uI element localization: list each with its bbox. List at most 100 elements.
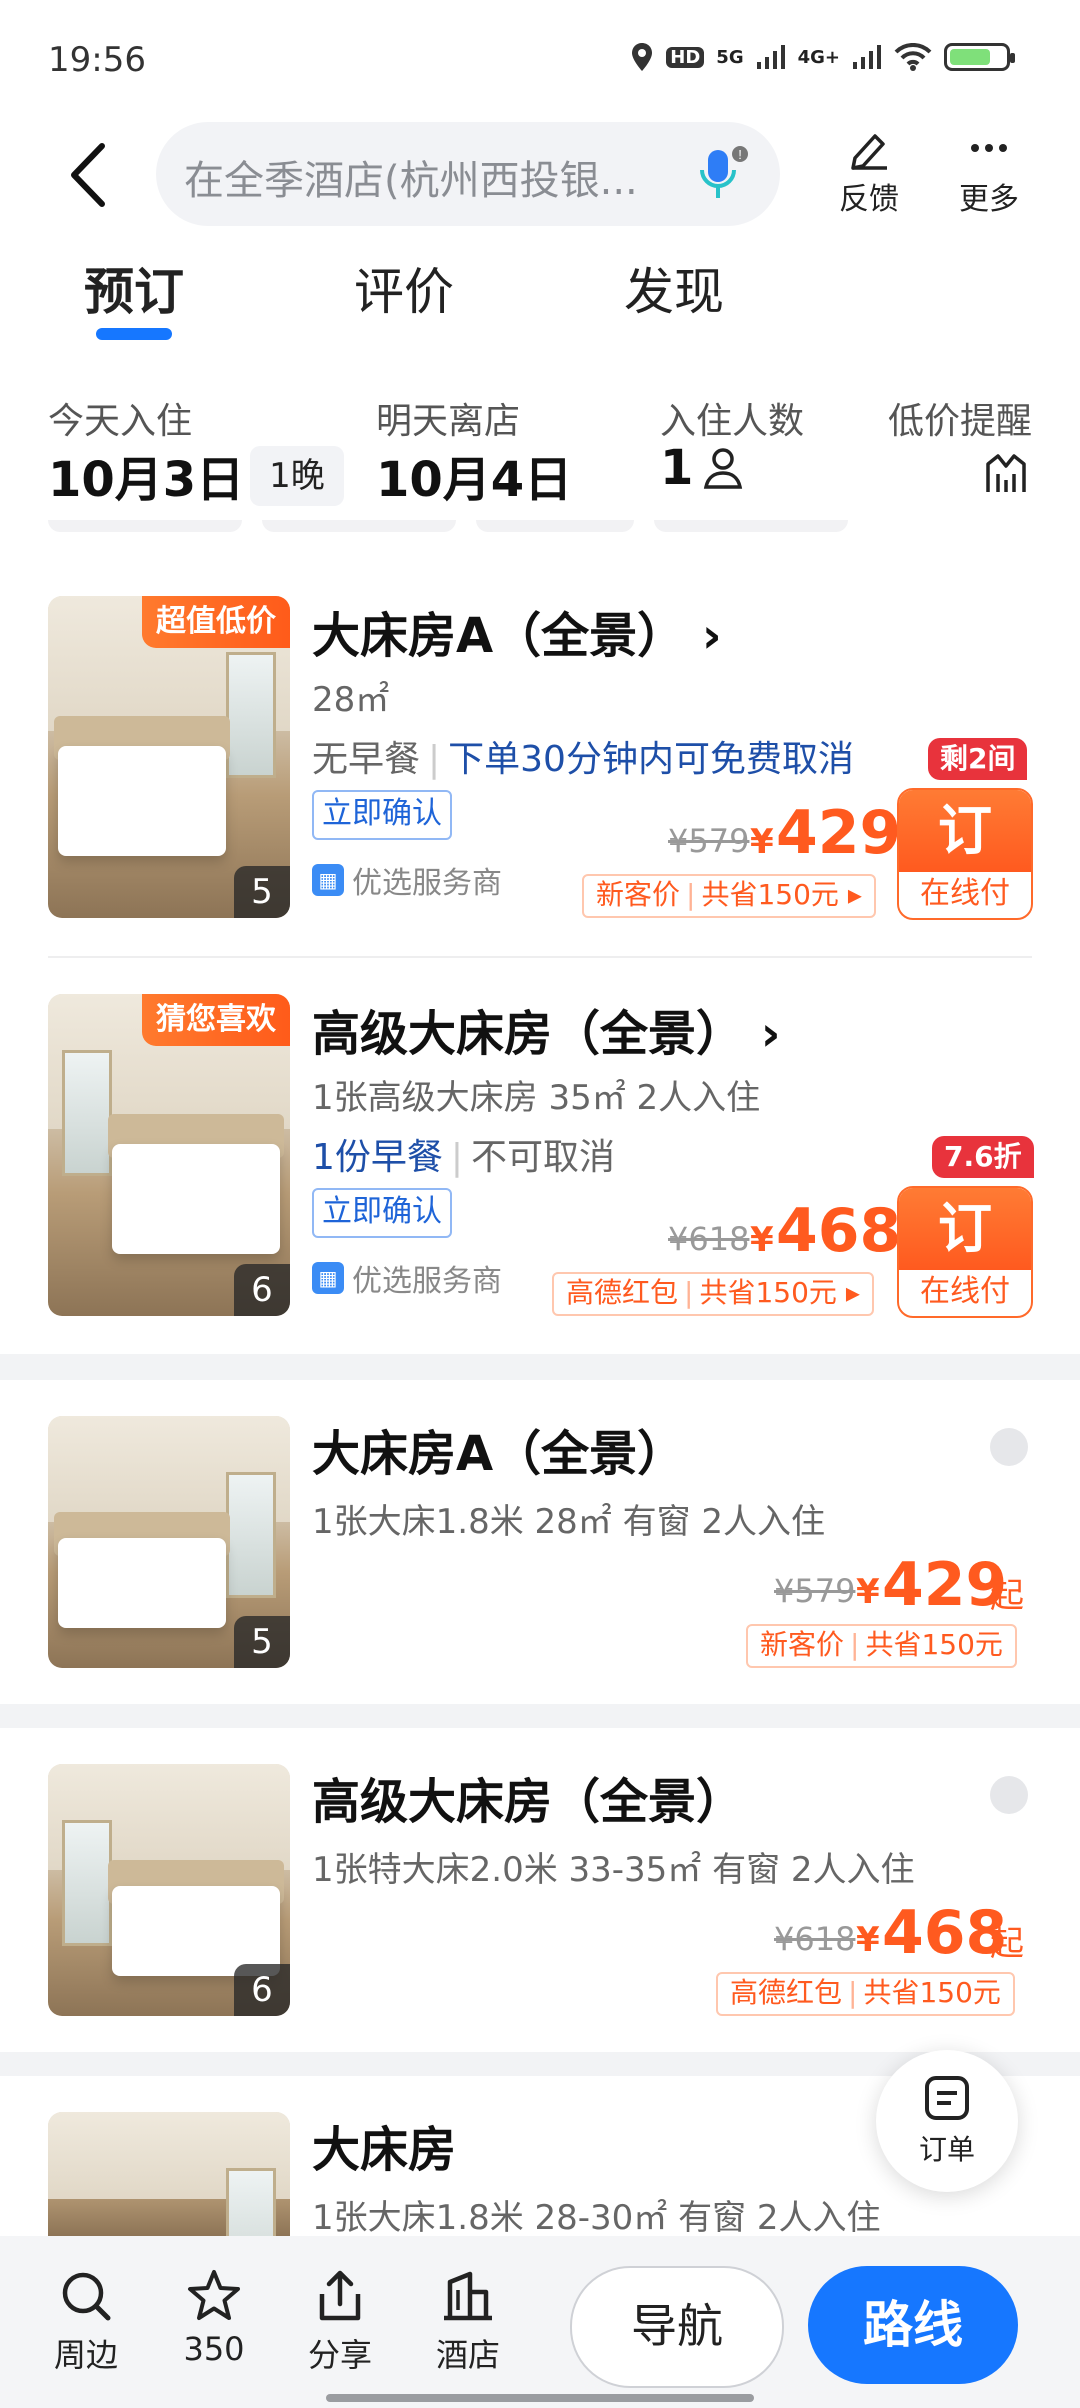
- room-photo[interactable]: 超值低价 5: [48, 596, 290, 918]
- nights-badge: 1晚: [250, 446, 344, 506]
- currency-symbol: ¥: [856, 1572, 880, 1612]
- room-spec: 1张大床1.8米 28-30㎡ 有窗 2人入住: [312, 2198, 881, 2238]
- currency-symbol: ¥: [750, 822, 774, 862]
- edit-icon: [851, 134, 887, 170]
- price-alert-label[interactable]: 低价提醒: [888, 392, 1032, 444]
- book-button[interactable]: 订 在线付: [897, 788, 1033, 920]
- search-box[interactable]: 在全季酒店(杭州西投银... !: [156, 122, 780, 226]
- orders-button[interactable]: 订单: [876, 2050, 1018, 2192]
- room-title[interactable]: 大床房: [312, 2110, 456, 2180]
- guests-count: 1: [660, 440, 694, 496]
- filter-chip[interactable]: [476, 520, 634, 532]
- filter-chip[interactable]: [48, 520, 242, 532]
- room-spec: 1张大床1.8米 28㎡ 有窗 2人入住: [312, 1502, 826, 1542]
- room-title[interactable]: 高级大床房（全景）: [312, 1762, 744, 1832]
- photo-count: 6: [234, 1264, 290, 1316]
- provider-line: ▦ 优选服务商: [312, 1256, 502, 1300]
- promo-tag[interactable]: 新客价 | 共省150元 ▸: [582, 874, 876, 918]
- back-button[interactable]: [62, 140, 118, 210]
- nearby-button[interactable]: 周边: [36, 2268, 136, 2376]
- book-button[interactable]: 订 在线付: [897, 1186, 1033, 1318]
- order-list-icon: [925, 2076, 969, 2120]
- more-button[interactable]: 更多: [944, 128, 1034, 218]
- guests-selector[interactable]: 1: [660, 440, 743, 496]
- arrow-right-icon: ▸: [845, 1276, 860, 1309]
- room-photo[interactable]: 猜您喜欢 6: [48, 994, 290, 1316]
- original-price: ¥579: [774, 1572, 856, 1610]
- photo-count: 6: [234, 1964, 290, 2016]
- building-icon: [444, 2271, 492, 2321]
- checkin-date[interactable]: 10月3日: [48, 440, 244, 510]
- section-gap: [0, 1704, 1080, 1728]
- expand-icon[interactable]: [990, 1428, 1028, 1466]
- share-button[interactable]: 分享: [290, 2268, 390, 2376]
- provider-line: ▦ 优选服务商: [312, 858, 502, 902]
- tab-discover[interactable]: 发现: [624, 252, 724, 324]
- hotel-button[interactable]: 酒店: [418, 2268, 518, 2376]
- provider-label: 优选服务商: [352, 866, 502, 901]
- tab-reviews[interactable]: 评价: [354, 252, 454, 324]
- guests-label: 入住人数: [660, 401, 805, 442]
- checkin-label: 今天入住: [48, 401, 193, 442]
- room-title[interactable]: 高级大床房（全景） ›: [312, 994, 781, 1064]
- room-tag: 超值低价: [142, 596, 290, 648]
- room-title[interactable]: 大床房A（全景）: [312, 1414, 685, 1484]
- room-spec: 1张特大床2.0米 33-35㎡ 有窗 2人入住: [312, 1850, 915, 1890]
- meal-cancel-line: 1份早餐 | 不可取消: [312, 1137, 616, 1178]
- status-icons: HD 5G 4G+: [630, 42, 1015, 72]
- original-price: ¥618: [668, 1220, 750, 1258]
- chevron-right-icon: ›: [744, 1006, 781, 1062]
- orders-label: 订单: [918, 2133, 975, 2166]
- feedback-label: 反馈: [839, 182, 899, 217]
- room-photo[interactable]: 6: [48, 1764, 290, 2016]
- price-alert-icon[interactable]: [984, 452, 1028, 496]
- photo-count: 5: [234, 866, 290, 918]
- location-icon: [632, 43, 653, 71]
- expand-icon[interactable]: [990, 1776, 1028, 1814]
- checkout-label: 明天离店: [376, 401, 521, 442]
- photo-count: 5: [234, 1616, 290, 1668]
- home-indicator: [326, 2394, 754, 2402]
- filter-chip[interactable]: [654, 520, 848, 532]
- price-from-label: 起: [990, 1924, 1024, 1964]
- room-price: 468: [882, 1898, 1008, 1968]
- arrow-right-icon: ▸: [847, 878, 862, 911]
- star-icon: [188, 2270, 240, 2320]
- original-price: ¥579: [668, 822, 750, 860]
- room-title[interactable]: 大床房A（全景） ›: [312, 596, 722, 666]
- room-tag: 猜您喜欢: [142, 994, 290, 1046]
- battery-icon: [944, 43, 1015, 71]
- cancel-policy: 下单30分钟内可免费取消: [448, 739, 854, 780]
- navigate-button[interactable]: 导航: [570, 2266, 784, 2388]
- room-photo[interactable]: [48, 2112, 290, 2236]
- meal-info: 无早餐: [312, 739, 421, 780]
- signal-bars-icon: [756, 45, 785, 69]
- discount-badge: 7.6折: [932, 1136, 1034, 1178]
- favorite-button[interactable]: 350: [164, 2268, 264, 2368]
- cancel-policy: 不可取消: [471, 1137, 616, 1178]
- tab-active-indicator: [96, 328, 172, 340]
- search-icon: [62, 2272, 111, 2321]
- room-area: 28㎡: [312, 680, 390, 720]
- signal-bars-icon-2: [853, 45, 881, 69]
- room-photo[interactable]: 5: [48, 1416, 290, 1668]
- back-arrow-icon: [71, 143, 105, 207]
- voice-search-icon[interactable]: !: [694, 144, 750, 204]
- search-placeholder: 在全季酒店(杭州西投银...: [184, 158, 638, 204]
- hd-icon: HD: [666, 46, 705, 68]
- checkout-date[interactable]: 10月4日: [376, 440, 572, 510]
- tab-book[interactable]: 预订: [84, 252, 184, 324]
- filter-chip[interactable]: [262, 520, 456, 532]
- promo-tag[interactable]: 高德红包 | 共省150元 ▸: [552, 1272, 874, 1316]
- provider-icon: ▦: [312, 864, 344, 896]
- signal-4g-icon: 4G+: [797, 46, 840, 68]
- instant-confirm-tag: 立即确认: [312, 790, 452, 840]
- price-from-label: 起: [990, 1576, 1024, 1616]
- room-price: 468: [776, 1196, 902, 1266]
- divider: [48, 956, 1032, 958]
- route-button[interactable]: 路线: [808, 2266, 1018, 2384]
- original-price: ¥618: [774, 1920, 856, 1958]
- rooms-left-badge: 剩2间: [928, 738, 1028, 780]
- meal-cancel-line: 无早餐 | 下单30分钟内可免费取消: [312, 739, 854, 780]
- feedback-button[interactable]: 反馈: [824, 128, 914, 218]
